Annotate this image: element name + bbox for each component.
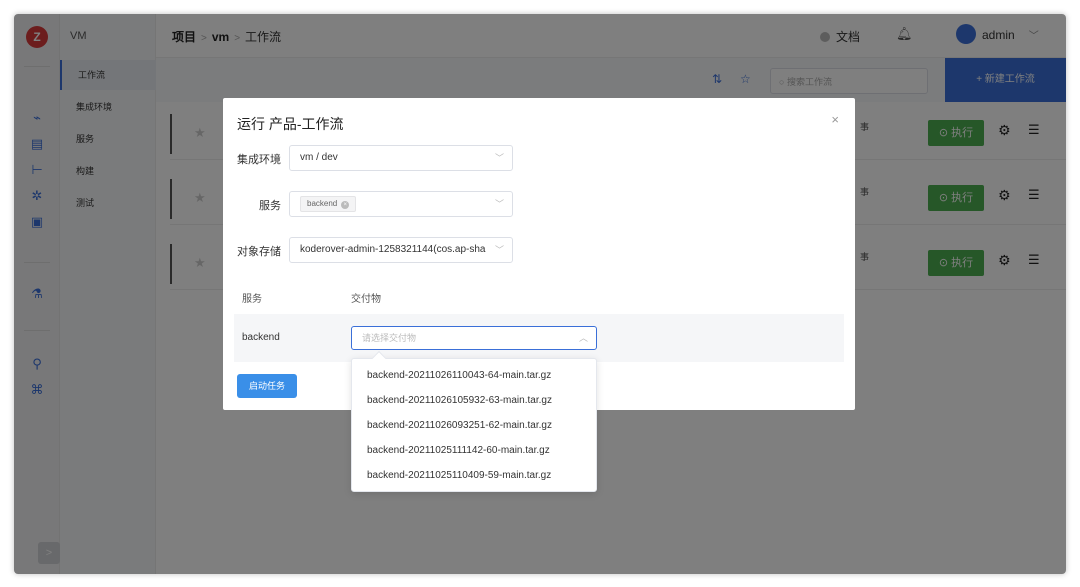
env-value: vm / dev	[300, 152, 338, 163]
storage-label: 对象存储	[237, 246, 281, 258]
service-select[interactable]: backend × ﹀	[289, 191, 513, 217]
artifact-placeholder: 请选择交付物	[362, 333, 417, 343]
chevron-down-icon: ﹀	[494, 245, 504, 255]
artifact-option[interactable]: backend-20211025111142-60-main.tar.gz	[352, 438, 596, 463]
chevron-up-icon: ︿	[578, 333, 588, 343]
service-tag: backend ×	[300, 196, 357, 212]
artifact-option[interactable]: backend-20211026093251-62-main.tar.gz	[352, 413, 596, 438]
artifact-option[interactable]: backend-20211026105932-63-main.tar.gz	[352, 388, 596, 413]
start-task-button[interactable]: 启动任务	[237, 374, 297, 398]
service-label: 服务	[259, 200, 281, 212]
env-select[interactable]: vm / dev ﹀	[289, 145, 513, 171]
col-artifact-header: 交付物	[351, 294, 381, 305]
storage-select[interactable]: koderover-admin-1258321144(cos.ap-sha ﹀	[289, 237, 513, 263]
app-window: Z ⌁ ▤ ⊢ ✲ ▣ ⚗ ⚲ ⌘ > VM 工作流 集成环境 服务 构建 测试…	[14, 14, 1066, 574]
col-service-header: 服务	[242, 294, 262, 305]
chevron-down-icon: ﹀	[494, 199, 504, 209]
tag-close-icon[interactable]: ×	[341, 201, 350, 209]
storage-value: koderover-admin-1258321144(cos.ap-sha	[300, 244, 486, 255]
env-label: 集成环境	[237, 154, 281, 166]
service-tag-label: backend	[307, 199, 338, 208]
close-icon[interactable]: ×	[831, 112, 839, 127]
artifact-option[interactable]: backend-20211026110043-64-main.tar.gz	[352, 363, 596, 388]
chevron-down-icon: ﹀	[494, 153, 504, 163]
row-service-name: backend	[242, 332, 280, 343]
artifact-option[interactable]: backend-20211025110409-59-main.tar.gz	[352, 463, 596, 488]
artifact-select[interactable]: 请选择交付物 ︿	[351, 326, 597, 350]
dialog-title: 运行 产品-工作流	[237, 116, 344, 132]
artifact-dropdown: backend-20211026110043-64-main.tar.gz ba…	[351, 350, 597, 492]
